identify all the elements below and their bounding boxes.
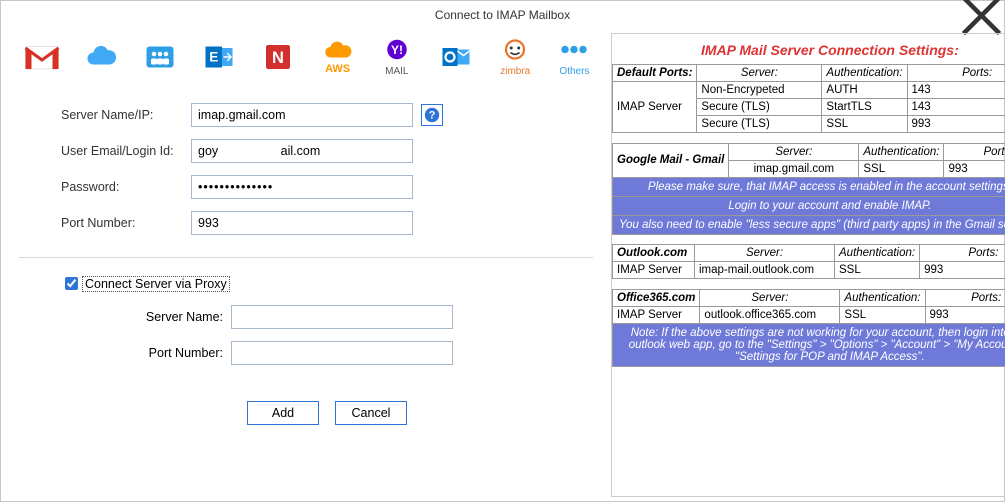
zimbra-label: zimbra xyxy=(500,66,530,77)
gmail-note-3: You also need to enable "less secure app… xyxy=(613,215,1005,234)
password-label: Password: xyxy=(61,180,191,194)
user-input[interactable] xyxy=(191,139,413,163)
icloud-icon[interactable] xyxy=(82,43,119,71)
settings-scroll[interactable]: IMAP Mail Server Connection Settings: De… xyxy=(611,33,1005,497)
dialog-window: Connect to IMAP Mailbox E xyxy=(0,0,1005,502)
table-row: IMAP Server outlook.office365.com SSL 99… xyxy=(613,306,1005,323)
yahoo-icon[interactable]: Y! MAIL xyxy=(378,37,415,77)
proxy-server-input[interactable] xyxy=(231,305,453,329)
outlook-label: Outlook.com xyxy=(613,245,695,262)
add-button[interactable]: Add xyxy=(247,401,319,425)
settings-heading: IMAP Mail Server Connection Settings: xyxy=(612,34,1005,64)
hdr-auth: Authentication: xyxy=(822,65,907,82)
dialog-content: E N AWS Y! MAIL zimbra xyxy=(1,29,1004,501)
connection-form: Server Name/IP: ? User Email/Login Id: P… xyxy=(19,85,593,235)
gmail-label: Google Mail - Gmail xyxy=(613,143,729,177)
port-input[interactable] xyxy=(191,211,413,235)
help-button[interactable]: ? xyxy=(421,104,443,126)
office-label: Office365.com xyxy=(613,289,700,306)
help-icon: ? xyxy=(423,106,441,124)
cancel-button[interactable]: Cancel xyxy=(335,401,407,425)
gmail-note-2: Login to your account and enable IMAP. xyxy=(613,196,1005,215)
outlook-table: Outlook.com Server: Authentication: Port… xyxy=(612,244,1005,289)
hdr-server: Server: xyxy=(697,65,822,82)
proxy-port-input[interactable] xyxy=(231,341,453,365)
aws-icon[interactable]: AWS xyxy=(319,39,356,75)
close-button[interactable] xyxy=(959,1,1004,29)
office-table: Office365.com Server: Authentication: Po… xyxy=(612,289,1005,367)
right-panel: IMAP Mail Server Connection Settings: De… xyxy=(611,29,1005,501)
proxy-checkbox[interactable] xyxy=(65,277,78,290)
table-row: IMAP Server imap-mail.outlook.com SSL 99… xyxy=(613,262,1005,279)
hdr-ports: Ports: xyxy=(907,65,1005,82)
port-label: Port Number: xyxy=(61,216,191,230)
gmail-table: Google Mail - Gmail Server: Authenticati… xyxy=(612,143,1005,245)
server-input[interactable] xyxy=(191,103,413,127)
gmail-icon[interactable] xyxy=(23,43,60,71)
proxy-server-label: Server Name: xyxy=(61,310,231,324)
defaults-row-label: Default Ports: xyxy=(613,65,697,82)
aws-label: AWS xyxy=(325,63,350,75)
n-icon[interactable]: N xyxy=(260,43,297,71)
divider xyxy=(19,257,593,258)
proxy-port-label: Port Number: xyxy=(61,346,231,360)
provider-icon-row: E N AWS Y! MAIL zimbra xyxy=(19,29,593,85)
server-label: Server Name/IP: xyxy=(61,108,191,122)
password-input[interactable] xyxy=(191,175,413,199)
groupwise-icon[interactable] xyxy=(141,43,178,71)
svg-text:N: N xyxy=(272,49,284,67)
title-bar: Connect to IMAP Mailbox xyxy=(1,1,1004,29)
svg-text:E: E xyxy=(209,50,218,65)
exchange-icon[interactable]: E xyxy=(201,43,238,71)
user-label: User Email/Login Id: xyxy=(61,144,191,158)
outlook-icon[interactable] xyxy=(437,43,474,71)
others-icon[interactable]: Others xyxy=(556,37,593,77)
imap-server-cell: IMAP Server xyxy=(613,82,697,133)
defaults-table: Default Ports: Server: Authentication: P… xyxy=(612,64,1005,143)
gmail-note-1: Please make sure, that IMAP access is en… xyxy=(613,177,1005,196)
zimbra-icon[interactable]: zimbra xyxy=(497,37,534,77)
others-label: Others xyxy=(559,66,589,77)
left-panel: E N AWS Y! MAIL zimbra xyxy=(1,29,611,501)
svg-text:Y!: Y! xyxy=(391,43,403,57)
window-title: Connect to IMAP Mailbox xyxy=(435,8,570,22)
proxy-checkbox-label[interactable]: Connect Server via Proxy xyxy=(82,276,230,292)
yahoo-label: MAIL xyxy=(385,66,408,77)
office-note: Note: If the above settings are not work… xyxy=(613,323,1005,366)
svg-text:?: ? xyxy=(429,110,436,122)
table-row: IMAP Server Non-Encrypeted AUTH 143 xyxy=(613,82,1005,99)
proxy-section: Connect Server via Proxy Server Name: Po… xyxy=(19,274,593,425)
